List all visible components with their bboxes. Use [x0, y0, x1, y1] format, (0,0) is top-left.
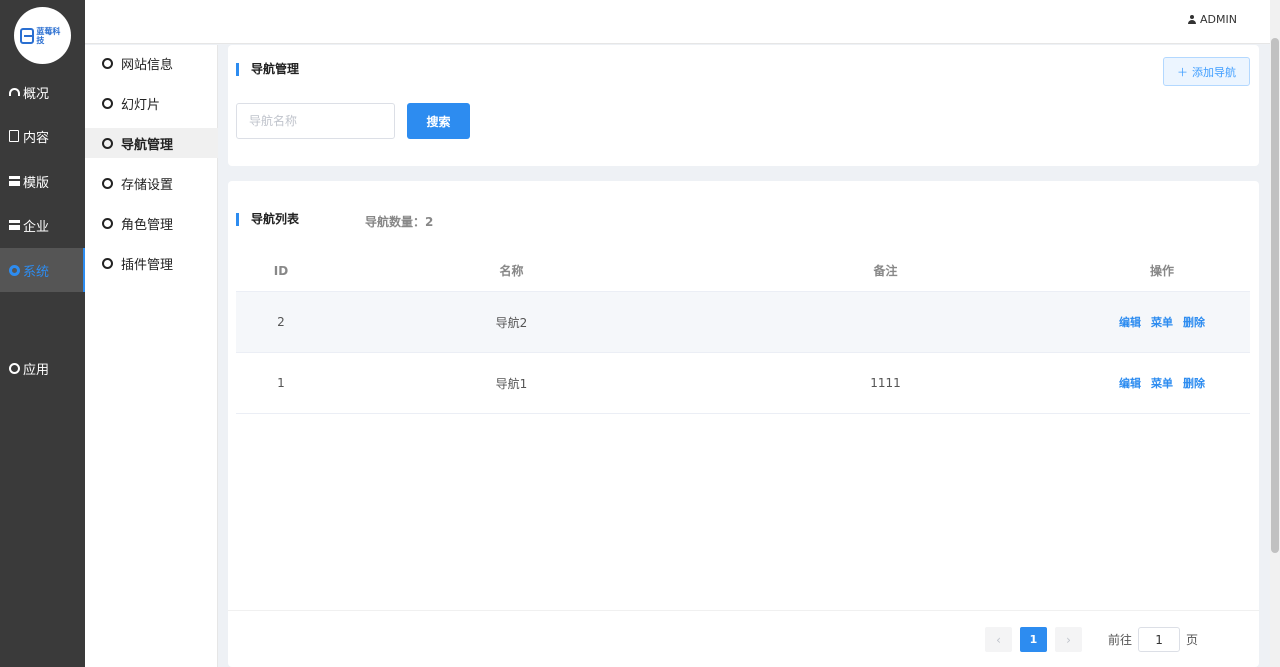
dashboard-icon — [8, 86, 20, 98]
list-title: 导航列表 — [236, 213, 299, 226]
page-scrollbar[interactable] — [1270, 0, 1280, 667]
goto-suffix: 页 — [1186, 633, 1199, 647]
page-title: 导航管理 — [236, 63, 299, 76]
company-logo[interactable]: 蓝莓科技 — [14, 7, 71, 64]
sidebar-item-label: 应用 — [23, 362, 50, 378]
submenu-item-site-info[interactable]: 网站信息 — [85, 48, 218, 78]
pagination: ‹ 1 › 前往 页 — [228, 610, 1259, 667]
submenu-item-label: 存储设置 — [121, 177, 174, 193]
user-icon — [1188, 15, 1197, 24]
sidebar-item-label: 系统 — [23, 264, 50, 280]
add-navigation-button[interactable]: ＋ 添加导航 — [1163, 57, 1250, 86]
sidebar-item-apps[interactable]: 应用 — [0, 346, 85, 390]
box-icon — [8, 175, 20, 187]
edit-link[interactable]: 编辑 — [1119, 375, 1141, 391]
box-icon — [8, 219, 20, 231]
submenu-item-slides[interactable]: 幻灯片 — [85, 88, 218, 118]
submenu-item-label: 幻灯片 — [121, 97, 161, 113]
page-number-button[interactable]: 1 — [1020, 627, 1047, 652]
sidebar-item-label: 模版 — [23, 175, 50, 191]
submenu-item-label: 导航管理 — [121, 137, 174, 153]
cell-actions: 编辑 菜单 删除 — [1074, 314, 1250, 330]
table-row: 1 导航1 1111 编辑 菜单 删除 — [236, 353, 1250, 414]
submenu-item-label: 插件管理 — [121, 257, 174, 273]
search-card: 导航管理 ＋ 添加导航 搜索 — [228, 45, 1259, 166]
submenu-item-label: 角色管理 — [121, 217, 174, 233]
logo-mark: 蓝莓科技 — [19, 21, 66, 51]
list-card: 导航列表 导航数量：2 ID 名称 备注 操作 2 导航2 编辑 菜单 删除 1… — [228, 181, 1259, 667]
search-button[interactable]: 搜索 — [407, 103, 470, 139]
sidebar-item-label: 内容 — [23, 130, 50, 146]
sidebar-item-overview[interactable]: 概况 — [0, 70, 85, 114]
sidebar-item-label: 概况 — [23, 86, 50, 102]
circle-icon — [102, 177, 113, 189]
circle-icon — [102, 137, 113, 149]
sidebar-item-enterprise[interactable]: 企业 — [0, 203, 85, 247]
column-header-remark: 备注 — [873, 264, 898, 278]
table-header: ID 名称 备注 操作 — [236, 250, 1250, 292]
circle-icon — [8, 362, 20, 374]
navigation-count: 导航数量：2 — [365, 215, 434, 229]
system-submenu: 网站信息 幻灯片 导航管理 存储设置 角色管理 插件管理 — [85, 45, 218, 667]
scrollbar-thumb[interactable] — [1271, 38, 1279, 553]
search-input[interactable] — [236, 103, 395, 139]
goto-prefix: 前往 — [1108, 633, 1133, 647]
column-header-id: ID — [273, 263, 289, 278]
cell-name: 导航1 — [495, 376, 528, 391]
menu-link[interactable]: 菜单 — [1151, 375, 1173, 391]
page-jumper: 前往 页 — [1108, 627, 1198, 652]
submenu-item-label: 网站信息 — [121, 57, 174, 73]
main-sidebar: 蓝莓科技 概况 内容 模版 企业 系统 应用 — [0, 0, 85, 667]
circle-icon — [102, 57, 113, 69]
cell-name: 导航2 — [495, 315, 528, 330]
plus-icon: ＋ — [1177, 65, 1188, 79]
document-icon — [8, 130, 20, 142]
table-row: 2 导航2 编辑 菜单 删除 — [236, 292, 1250, 353]
logo-text: 蓝莓科技 — [36, 26, 61, 45]
top-header: ADMIN — [85, 0, 1270, 44]
submenu-item-storage[interactable]: 存储设置 — [85, 168, 218, 198]
delete-link[interactable]: 删除 — [1183, 314, 1205, 330]
submenu-item-navigation[interactable]: 导航管理 — [85, 128, 218, 158]
circle-icon — [102, 97, 113, 109]
sidebar-item-template[interactable]: 模版 — [0, 159, 85, 203]
user-menu[interactable]: ADMIN — [1188, 13, 1237, 26]
sidebar-item-label: 企业 — [23, 219, 50, 235]
add-navigation-label: 添加导航 — [1192, 65, 1236, 79]
sidebar-item-content[interactable]: 内容 — [0, 114, 85, 158]
next-page-button[interactable]: › — [1055, 627, 1082, 652]
logo-badge-icon — [19, 27, 35, 44]
column-header-actions: 操作 — [1149, 264, 1174, 278]
submenu-item-roles[interactable]: 角色管理 — [85, 208, 218, 238]
sidebar-item-system[interactable]: 系统 — [0, 248, 85, 292]
edit-link[interactable]: 编辑 — [1119, 314, 1141, 330]
column-header-name: 名称 — [499, 264, 524, 278]
user-name: ADMIN — [1200, 13, 1237, 26]
circle-icon — [102, 257, 113, 269]
navigation-table: ID 名称 备注 操作 2 导航2 编辑 菜单 删除 1 导航1 1111 编辑… — [236, 250, 1250, 414]
delete-link[interactable]: 删除 — [1183, 375, 1205, 391]
cell-actions: 编辑 菜单 删除 — [1074, 375, 1250, 391]
cell-id: 2 — [277, 315, 285, 329]
submenu-item-plugins[interactable]: 插件管理 — [85, 248, 218, 278]
gear-icon — [8, 264, 20, 276]
cell-remark: 1111 — [870, 376, 901, 390]
circle-icon — [102, 217, 113, 229]
menu-link[interactable]: 菜单 — [1151, 314, 1173, 330]
goto-page-input[interactable] — [1138, 627, 1181, 652]
cell-id: 1 — [277, 376, 285, 390]
prev-page-button[interactable]: ‹ — [985, 627, 1012, 652]
